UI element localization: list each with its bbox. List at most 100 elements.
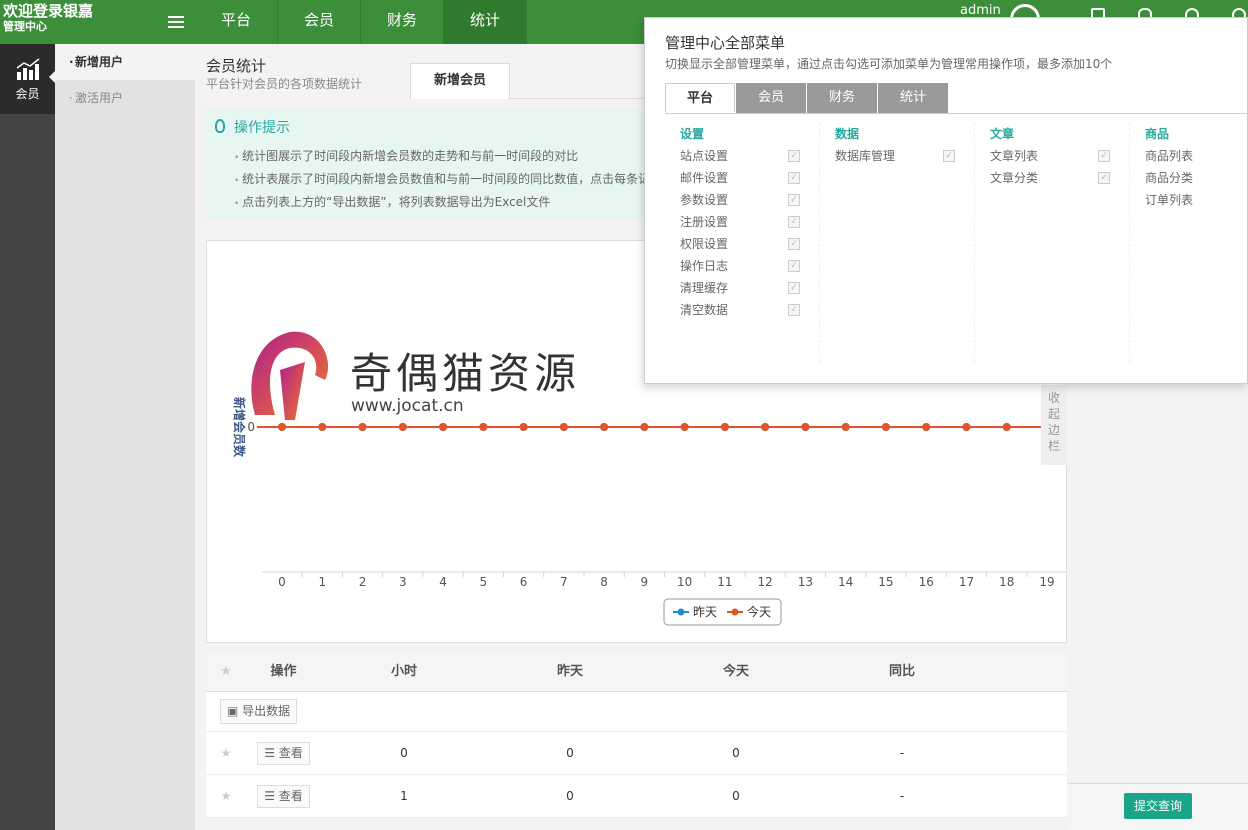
menu-option[interactable]: 清理缓存 ✓ [680, 277, 800, 299]
view-button[interactable]: ☰ 查看 [257, 742, 310, 765]
checkbox-icon[interactable]: ✓ [788, 194, 800, 206]
checkbox-icon[interactable]: ✓ [788, 260, 800, 272]
page-subtitle: 平台针对会员的各项数据统计 [206, 77, 363, 91]
menu-option-label: 订单列表 [1145, 193, 1194, 207]
x-tick-label: 0 [278, 575, 286, 589]
module-member[interactable]: 会员 [0, 44, 55, 114]
x-tick-label: 17 [959, 575, 974, 589]
nav-platform[interactable]: 平台 [195, 0, 278, 44]
table-row: ★ ☰ 查看 0 0 0 - [206, 732, 1067, 775]
x-tick-label: 8 [600, 575, 608, 589]
x-tick-label: 6 [520, 575, 528, 589]
collapse-sidebar-char: 起 [1047, 407, 1060, 421]
legend-label: 今天 [747, 604, 771, 619]
menu-group: 商品 商品列表 商品分类 订单列表 [1130, 123, 1248, 363]
cell-yoy: - [899, 746, 905, 760]
x-tick-label: 7 [560, 575, 568, 589]
panel-tab-statistics[interactable]: 统计 [878, 83, 948, 113]
panel-tab-finance[interactable]: 财务 [807, 83, 877, 113]
data-point [761, 423, 770, 431]
checkbox-icon[interactable]: ✓ [788, 172, 800, 184]
star-icon[interactable]: ★ [206, 732, 246, 774]
panel-tab-platform[interactable]: 平台 [665, 83, 735, 113]
menu-group-title: 文章 [990, 127, 1015, 141]
panel-title: 管理中心全部菜单 [665, 34, 786, 52]
export-button[interactable]: ▣ 导出数据 [220, 699, 298, 724]
watermark-url: www.jocat.cn [351, 396, 464, 416]
nav-statistics[interactable]: 统计 [444, 0, 527, 44]
x-tick-label: 2 [359, 575, 367, 589]
checkbox-icon[interactable]: ✓ [1098, 172, 1110, 184]
legend-marker [731, 608, 739, 616]
export-label: 导出数据 [242, 704, 291, 718]
checkbox-icon[interactable]: ✓ [1098, 150, 1110, 162]
menu-option-label: 权限设置 [680, 237, 729, 251]
menu-option-label: 注册设置 [680, 215, 729, 229]
header-today: 今天 [722, 664, 749, 679]
menu-option-label: 参数设置 [680, 193, 729, 207]
menu-option[interactable]: 订单列表 [1145, 189, 1248, 211]
menu-option[interactable]: 操作日志 ✓ [680, 255, 800, 277]
menu-option[interactable]: 清空数据 ✓ [680, 299, 800, 321]
menu-group: 设置 站点设置 ✓ 邮件设置 ✓ 参数设置 ✓ 注册设置 ✓ 权限设置 ✓ 操作日志 ✓ 清理缓存 ✓ 清空数… [665, 123, 820, 363]
data-point [841, 423, 850, 431]
menu-group-title: 设置 [680, 127, 705, 141]
data-point [922, 423, 931, 431]
x-tick-label: 10 [677, 575, 692, 589]
bar-chart-icon [16, 58, 39, 80]
x-tick-label: 18 [999, 575, 1014, 589]
checkbox-icon[interactable]: ✓ [788, 282, 800, 294]
checkbox-icon[interactable]: ✓ [788, 150, 800, 162]
watermark-logo [251, 331, 329, 420]
star-icon: ★ [220, 664, 232, 679]
row-action: ☰ 查看 [246, 775, 321, 817]
menu-option[interactable]: 权限设置 ✓ [680, 233, 800, 255]
collapse-sidebar-button[interactable]: 收起边栏 [1041, 385, 1067, 465]
checkbox-icon[interactable]: ✓ [943, 150, 955, 162]
menu-option-label: 清理缓存 [680, 281, 729, 295]
x-tick-label: 11 [717, 575, 732, 589]
nav-member[interactable]: 会员 [278, 0, 361, 44]
menu-option[interactable]: 商品列表 [1145, 145, 1248, 167]
x-tick-label: 1 [318, 575, 326, 589]
cell-yoy: - [899, 789, 905, 803]
row-action: ☰ 查看 [246, 732, 321, 774]
username[interactable]: admin [960, 3, 1001, 18]
x-tick-label: 19 [1039, 575, 1054, 589]
checkbox-icon[interactable]: ✓ [788, 238, 800, 250]
x-tick-label: 13 [798, 575, 813, 589]
menu-option[interactable]: 邮件设置 ✓ [680, 167, 800, 189]
data-point [680, 423, 689, 431]
view-label: 查看 [278, 746, 303, 760]
panel-tab-member[interactable]: 会员 [736, 83, 806, 113]
view-label: 查看 [278, 789, 303, 803]
data-point [962, 423, 971, 431]
menu-option[interactable]: 文章分类 ✓ [990, 167, 1110, 189]
submenu-active-users[interactable]: 激活用户 [55, 80, 195, 116]
brand-subtitle: 管理中心 [3, 20, 47, 33]
checkbox-icon[interactable]: ✓ [788, 216, 800, 228]
submenu-new-users[interactable]: 新增用户 [55, 44, 195, 80]
tab-new-members[interactable]: 新增会员 [410, 63, 510, 99]
x-tick-label: 16 [919, 575, 934, 589]
data-point [1002, 423, 1011, 431]
star-icon[interactable]: ★ [206, 775, 246, 817]
checkbox-icon[interactable]: ✓ [788, 304, 800, 316]
menu-option[interactable]: 注册设置 ✓ [680, 211, 800, 233]
header-yesterday: 昨天 [556, 664, 583, 679]
cell-yesterday: 0 [566, 789, 574, 803]
menu-toggle-icon[interactable] [168, 16, 184, 28]
menu-option[interactable]: 参数设置 ✓ [680, 189, 800, 211]
nav-finance[interactable]: 财务 [361, 0, 444, 44]
data-point [398, 423, 407, 431]
view-button[interactable]: ☰ 查看 [257, 785, 310, 808]
legend-label: 昨天 [693, 605, 717, 619]
menu-option[interactable]: 站点设置 ✓ [680, 145, 800, 167]
menu-option-label: 操作日志 [680, 259, 729, 273]
collapse-sidebar-char: 栏 [1047, 439, 1060, 453]
submit-query-button[interactable]: 提交查询 [1124, 793, 1192, 819]
data-point [439, 423, 448, 431]
menu-option[interactable]: 商品分类 [1145, 167, 1248, 189]
menu-option[interactable]: 数据库管理 ✓ [835, 145, 955, 167]
menu-option[interactable]: 文章列表 ✓ [990, 145, 1110, 167]
